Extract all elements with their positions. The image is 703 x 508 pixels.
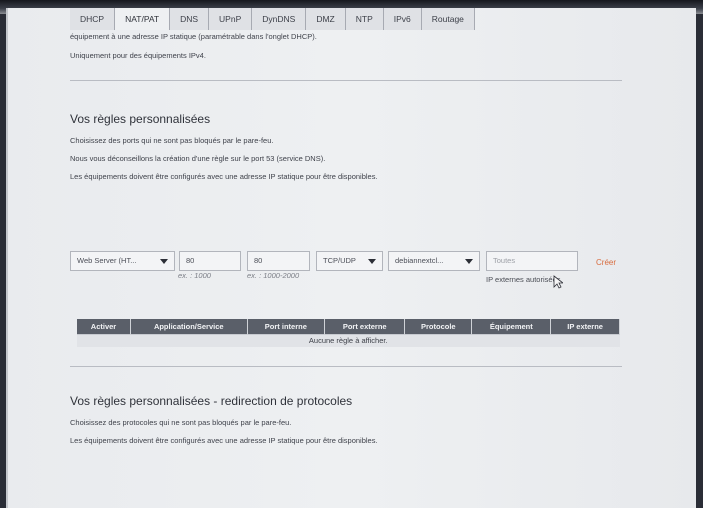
ports-not-blocked-note: Choisissez des ports qui ne sont pas blo…	[70, 136, 274, 145]
dns-port-warning: Nous vous déconseillons la création d'un…	[70, 154, 326, 163]
column-internal-port: Port interne	[247, 319, 326, 334]
tab-ntp[interactable]: NTP	[345, 8, 384, 30]
column-enable: Activer	[77, 319, 131, 334]
empty-table-message: Aucune règle à afficher.	[77, 333, 620, 347]
protocol-redirection-title: Vos règles personnalisées - redirection …	[70, 394, 353, 408]
column-device: Équipement	[471, 319, 552, 334]
protocol-value: TCP/UDP	[323, 256, 356, 265]
column-external-ip: IP externe	[550, 319, 620, 334]
tab-dmz[interactable]: DMZ	[306, 8, 346, 30]
section-divider	[70, 366, 622, 367]
tab-nat-pat[interactable]: NAT/PAT	[115, 8, 171, 30]
router-settings-page: DHCP NAT/PAT DNS UPnP DynDNS DMZ NTP IPv…	[6, 8, 696, 508]
settings-tabs: DHCP NAT/PAT DNS UPnP DynDNS DMZ NTP IPv…	[70, 8, 475, 30]
protocols-not-blocked-note: Choisissez des protocoles qui ne sont pa…	[70, 418, 292, 427]
device-select[interactable]: debiannextcl...	[388, 251, 480, 271]
chevron-down-icon	[160, 259, 168, 264]
column-external-port: Port externe	[324, 319, 406, 334]
internal-port-input[interactable]: 80	[179, 251, 241, 271]
static-ip-note: équipement à une adresse IP statique (pa…	[70, 32, 317, 41]
section-divider	[70, 80, 622, 81]
tab-dns[interactable]: DNS	[170, 8, 210, 30]
column-application: Application/Service	[130, 319, 248, 334]
external-port-hint: ex. : 1000-2000	[247, 271, 300, 280]
tab-routage[interactable]: Routage	[421, 8, 475, 30]
ipv4-only-note: Uniquement pour des équipements IPv4.	[70, 51, 206, 60]
column-protocol: Protocole	[404, 319, 473, 334]
tab-dhcp[interactable]: DHCP	[70, 8, 116, 30]
chevron-down-icon	[465, 259, 473, 264]
device-value: debiannextcl...	[395, 256, 444, 265]
static-ip-requirement: Les équipements doivent être configurés …	[70, 436, 378, 445]
application-value: Web Server (HT...	[77, 256, 137, 265]
tab-dyndns[interactable]: DynDNS	[252, 8, 307, 30]
empty-table-row: Aucune règle à afficher.	[77, 333, 620, 347]
create-rule-button[interactable]: Créer	[596, 258, 616, 267]
protocol-select[interactable]: TCP/UDP	[316, 251, 383, 271]
external-ip-note: IP externes autorisées	[486, 275, 561, 284]
static-ip-requirement: Les équipements doivent être configurés …	[70, 172, 378, 181]
custom-rules-title: Vos règles personnalisées	[70, 112, 211, 126]
application-select[interactable]: Web Server (HT...	[70, 251, 175, 271]
tab-ipv6[interactable]: IPv6	[383, 8, 422, 30]
external-port-input[interactable]: 80	[247, 251, 310, 271]
mouse-cursor-icon	[553, 275, 563, 289]
rules-table: Activer Application/Service Port interne…	[77, 319, 620, 347]
internal-port-hint: ex. : 1000	[178, 271, 211, 280]
chevron-down-icon	[368, 259, 376, 264]
tab-upnp[interactable]: UPnP	[209, 8, 253, 30]
external-ip-input[interactable]: Toutes	[486, 251, 578, 271]
